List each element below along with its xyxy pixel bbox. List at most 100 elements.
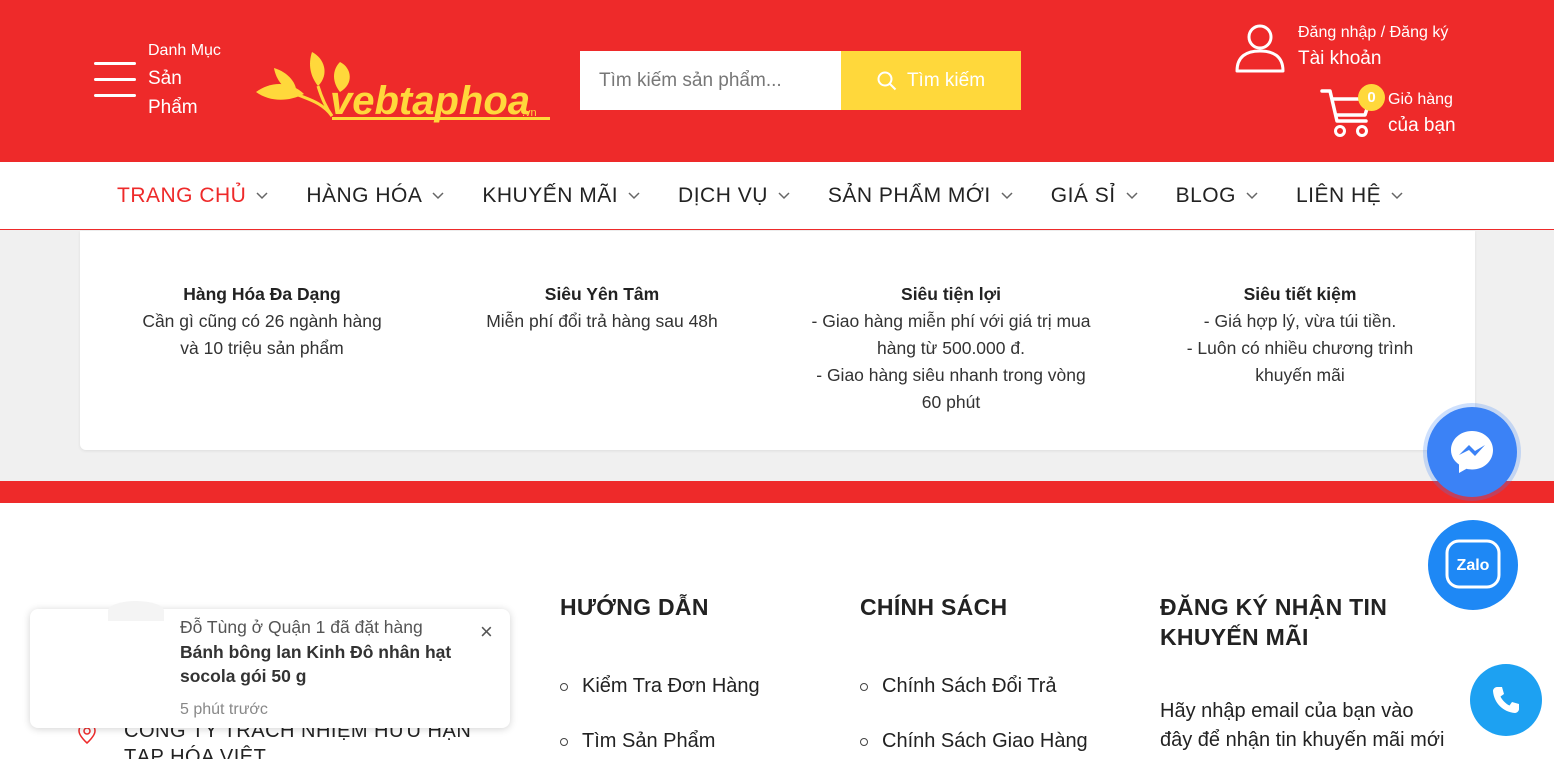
search-input[interactable] bbox=[580, 51, 841, 110]
feature-title: Hàng Hóa Đa Dạng bbox=[183, 284, 341, 304]
category-menu-label[interactable]: Danh Mục Sản Phẩm bbox=[148, 42, 221, 122]
feature-savings: Siêu tiết kiệm - Giá hợp lý, vừa túi tiề… bbox=[1140, 281, 1460, 389]
account-label: Tài khoản bbox=[1298, 48, 1382, 69]
account-login-register[interactable]: Đăng nhập / Đăng ký bbox=[1298, 24, 1448, 42]
subscribe-text: Hãy nhập email của bạn vào đây để nhận t… bbox=[1160, 697, 1444, 755]
footer-link-order-check[interactable]: Kiểm Tra Đơn Hàng bbox=[560, 675, 760, 698]
feature-text: hàng từ 500.000 đ. bbox=[877, 338, 1025, 358]
feature-convenience: Siêu tiện lợi - Giao hàng miễn phí với g… bbox=[791, 281, 1111, 416]
toast-product-image bbox=[108, 601, 164, 621]
feature-text: - Luôn có nhiều chương trình bbox=[1186, 338, 1414, 358]
feature-text: và 10 triệu sản phẩm bbox=[180, 338, 344, 358]
nav-item-home[interactable]: TRANG CHỦ bbox=[117, 184, 268, 208]
footer-policy-title: CHÍNH SÁCH bbox=[860, 594, 1008, 620]
zalo-label: Zalo bbox=[1457, 557, 1490, 574]
nav-item-label: SẢN PHẨM MỚI bbox=[827, 183, 991, 207]
footer-link-shipping-policy[interactable]: Chính Sách Giao Hàng bbox=[860, 730, 1088, 753]
toast-time: 5 phút trước bbox=[180, 701, 268, 718]
feature-text: - Giao hàng siêu nhanh trong vòng bbox=[816, 365, 1086, 385]
nav-item-label: GIÁ SỈ bbox=[1050, 183, 1116, 207]
category-label-line2: Sản bbox=[148, 68, 182, 89]
messenger-icon bbox=[1451, 431, 1493, 473]
bullet-icon bbox=[560, 682, 568, 691]
logo-suffix: .vn bbox=[522, 107, 537, 119]
site-logo[interactable]: vebtaphoa .vn bbox=[252, 44, 552, 124]
category-label-line3: Phẩm bbox=[148, 97, 198, 118]
feature-title: Siêu tiện lợi bbox=[901, 284, 1001, 304]
cart-label-top: Giỏ hàng bbox=[1388, 91, 1453, 108]
nav-item-label: DỊCH VỤ bbox=[678, 183, 768, 207]
footer-link-find-product[interactable]: Tìm Sản Phẩm bbox=[560, 730, 715, 753]
messenger-button[interactable] bbox=[1427, 407, 1517, 497]
header: Danh Mục Sản Phẩm vebtaphoa .vn Tìm kiếm bbox=[0, 0, 1554, 162]
feature-title: Siêu Yên Tâm bbox=[544, 284, 660, 304]
phone-button[interactable] bbox=[1470, 664, 1542, 736]
search-bar: Tìm kiếm bbox=[580, 51, 1021, 110]
zalo-button[interactable]: Zalo bbox=[1428, 520, 1518, 610]
nav-item-label: KHUYẾN MÃI bbox=[482, 183, 619, 207]
footer-link-label: Kiểm Tra Đơn Hàng bbox=[582, 675, 760, 697]
chevron-down-icon bbox=[778, 191, 790, 199]
nav-item-promotions[interactable]: KHUYẾN MÃI bbox=[482, 184, 640, 208]
feature-text: - Giá hợp lý, vừa túi tiền. bbox=[1203, 311, 1397, 331]
nav-item-products[interactable]: HÀNG HÓA bbox=[306, 184, 444, 208]
nav-item-services[interactable]: DỊCH VỤ bbox=[678, 184, 790, 208]
features-panel: Hàng Hóa Đa Dạng Cần gì cũng có 26 ngành… bbox=[80, 231, 1475, 450]
chevron-down-icon bbox=[1001, 191, 1013, 199]
feature-text: 60 phút bbox=[921, 392, 981, 412]
nav-item-label: TRANG CHỦ bbox=[117, 183, 247, 207]
footer-divider bbox=[0, 481, 1554, 503]
zalo-icon: Zalo bbox=[1445, 539, 1501, 589]
hamburger-icon-bar bbox=[94, 62, 136, 65]
chevron-down-icon bbox=[256, 191, 268, 199]
cart-count-badge: 0 bbox=[1358, 84, 1385, 111]
footer-link-label: Tìm Sản Phẩm bbox=[582, 730, 716, 752]
bullet-icon bbox=[860, 682, 868, 691]
feature-title: Siêu tiết kiệm bbox=[1243, 284, 1357, 304]
footer-link-label: Chính Sách Giao Hàng bbox=[882, 730, 1088, 752]
chevron-down-icon bbox=[1246, 191, 1258, 199]
logo-leaves-icon: vebtaphoa .vn bbox=[256, 52, 550, 123]
chevron-down-icon bbox=[1126, 191, 1138, 199]
main-nav: TRANG CHỦ HÀNG HÓA KHUYẾN MÃI DỊCH VỤ SẢ… bbox=[0, 162, 1554, 230]
footer-link-return-policy[interactable]: Chính Sách Đổi Trả bbox=[860, 675, 1057, 698]
order-notification-toast: Đỗ Tùng ở Quận 1 đã đặt hàng Bánh bông l… bbox=[30, 601, 510, 728]
nav-item-wholesale[interactable]: GIÁ SỈ bbox=[1051, 184, 1138, 208]
nav-item-contact[interactable]: LIÊN HỆ bbox=[1296, 184, 1403, 208]
subscribe-title-line: ĐĂNG KÝ NHẬN TIN bbox=[1160, 594, 1388, 620]
nav-item-new-products[interactable]: SẢN PHẨM MỚI bbox=[828, 184, 1013, 208]
chevron-down-icon bbox=[628, 191, 640, 199]
hamburger-icon-bar bbox=[94, 78, 136, 81]
logo-text: vebtaphoa bbox=[330, 79, 530, 123]
chevron-down-icon bbox=[1391, 191, 1403, 199]
close-icon[interactable]: × bbox=[480, 619, 493, 645]
footer-subscribe-title: ĐĂNG KÝ NHẬN TIN KHUYẾN MÃI bbox=[1160, 592, 1387, 652]
company-name-line: TẠP HÓA VIỆT bbox=[124, 746, 267, 759]
cart-link[interactable]: 0 Giỏ hàng của bạn bbox=[1320, 84, 1456, 139]
feature-text: khuyến mãi bbox=[1255, 365, 1345, 385]
account-link[interactable]: Đăng nhập / Đăng ký Tài khoản bbox=[1234, 22, 1448, 74]
category-menu-button[interactable] bbox=[94, 62, 138, 98]
bullet-icon bbox=[860, 737, 868, 746]
subscribe-text-line: đây để nhận tin khuyến mãi mới bbox=[1160, 729, 1445, 751]
nav-item-blog[interactable]: BLOG bbox=[1176, 184, 1258, 208]
subscribe-title-line: KHUYẾN MÃI bbox=[1160, 624, 1309, 650]
search-button-label: Tìm kiếm bbox=[906, 69, 986, 91]
chevron-down-icon bbox=[432, 191, 444, 199]
nav-item-label: LIÊN HỆ bbox=[1295, 183, 1382, 207]
feature-text: - Giao hàng miễn phí với giá trị mua bbox=[811, 311, 1091, 331]
cart-label-bottom: của bạn bbox=[1388, 115, 1456, 136]
feature-text: Cần gì cũng có 26 ngành hàng bbox=[142, 311, 382, 331]
feature-text: Miễn phí đổi trả hàng sau 48h bbox=[486, 311, 718, 331]
phone-icon bbox=[1493, 687, 1519, 713]
hamburger-icon-bar bbox=[94, 94, 136, 97]
category-label-line1: Danh Mục bbox=[148, 42, 221, 59]
search-icon bbox=[877, 71, 897, 90]
subscribe-text-line: Hãy nhập email của bạn vào bbox=[1160, 700, 1414, 722]
nav-item-label: BLOG bbox=[1175, 183, 1236, 207]
nav-item-label: HÀNG HÓA bbox=[306, 183, 423, 207]
feature-peace-of-mind: Siêu Yên Tâm Miễn phí đổi trả hàng sau 4… bbox=[442, 281, 762, 335]
toast-product-name[interactable]: Bánh bông lan Kinh Đô nhân hạt socola gó… bbox=[180, 640, 470, 688]
feature-diverse-goods: Hàng Hóa Đa Dạng Cần gì cũng có 26 ngành… bbox=[102, 281, 422, 362]
search-button[interactable]: Tìm kiếm bbox=[841, 51, 1021, 110]
